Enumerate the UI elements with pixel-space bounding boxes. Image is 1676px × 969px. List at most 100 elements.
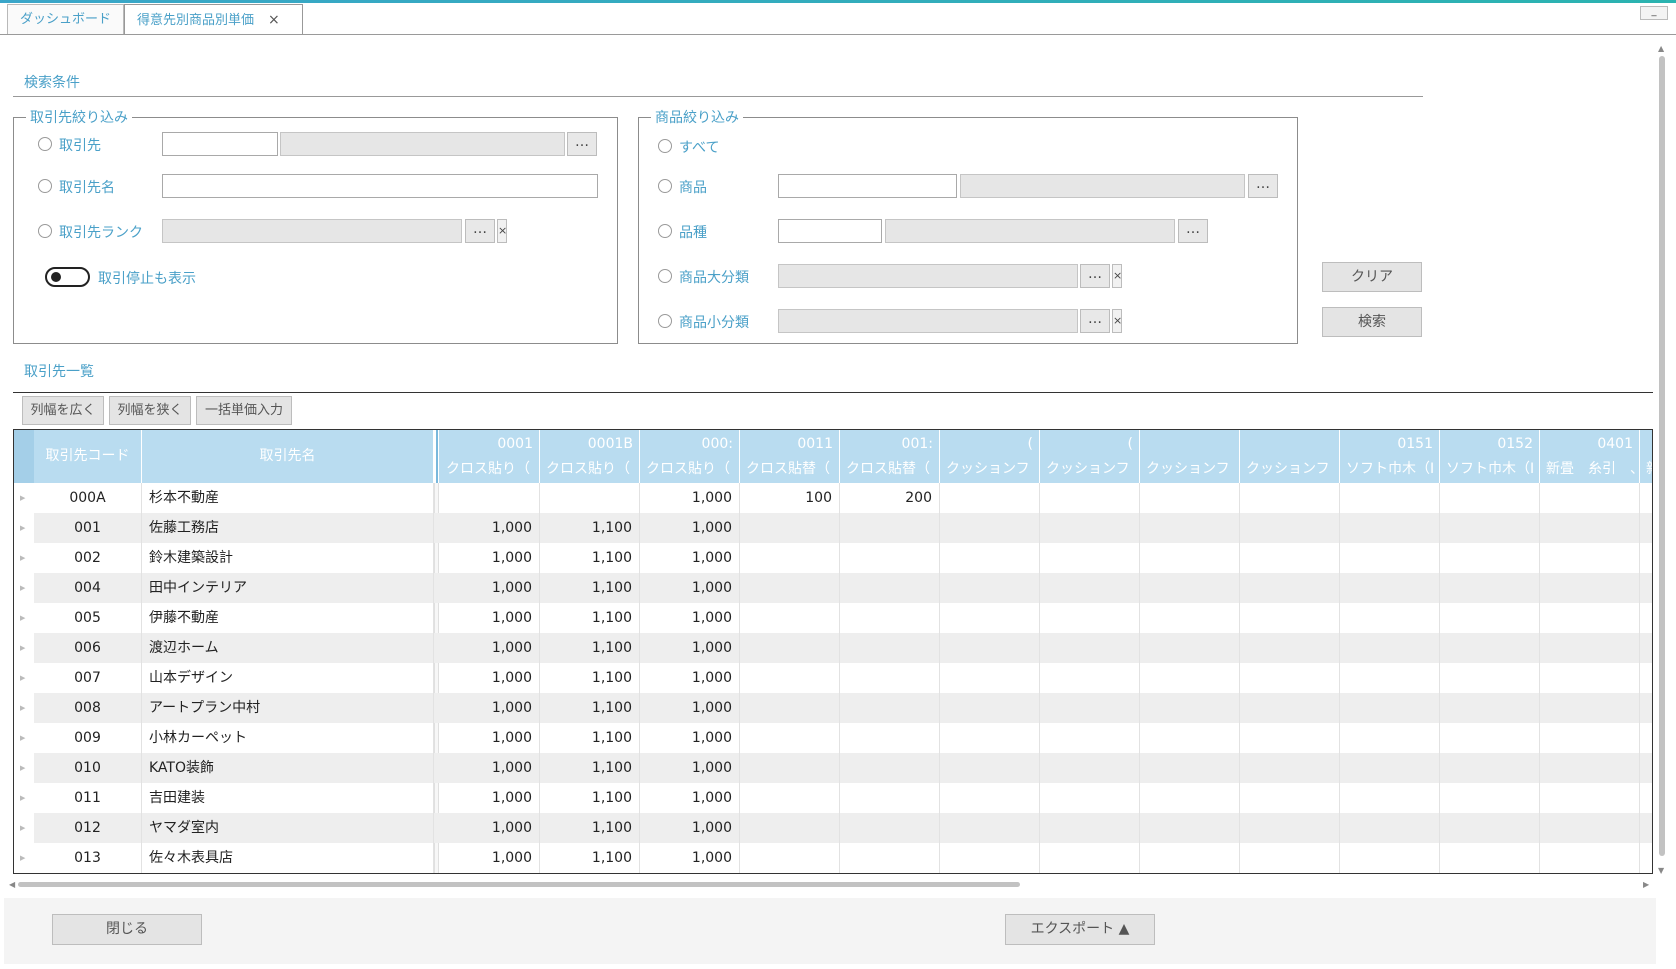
- cell-unit-price[interactable]: [1140, 843, 1240, 873]
- cell-customer-code[interactable]: 008: [34, 693, 142, 723]
- cell-unit-price[interactable]: [1140, 543, 1240, 573]
- table-row[interactable]: ▶ 000A 杉本不動産 1,000 100 200: [14, 483, 1652, 513]
- cell-unit-price[interactable]: [840, 723, 940, 753]
- cell-unit-price[interactable]: [740, 813, 840, 843]
- cell-unit-price[interactable]: [1140, 723, 1240, 753]
- cell-unit-price[interactable]: [1440, 573, 1540, 603]
- cell-customer-name[interactable]: KATO装飾: [142, 753, 434, 783]
- minimize-button[interactable]: _: [1640, 6, 1668, 20]
- cell-unit-price[interactable]: [1340, 663, 1440, 693]
- variety-browse-button[interactable]: …: [1178, 219, 1208, 243]
- cell-unit-price[interactable]: [1540, 603, 1640, 633]
- cell-unit-price[interactable]: 1,000: [440, 633, 540, 663]
- cell-unit-price[interactable]: [1040, 483, 1140, 513]
- customer-rank-browse-button[interactable]: …: [465, 219, 495, 243]
- cell-unit-price[interactable]: [1040, 693, 1140, 723]
- radio-customer[interactable]: [38, 137, 52, 151]
- cell-unit-price[interactable]: [1340, 783, 1440, 813]
- cell-unit-price[interactable]: 1,100: [540, 663, 640, 693]
- table-row[interactable]: ▶ 009 小林カーペット 1,000 1,100 1,000: [14, 723, 1652, 753]
- cell-unit-price[interactable]: [1540, 843, 1640, 873]
- cell-customer-name[interactable]: 田中インテリア: [142, 573, 434, 603]
- cell-unit-price[interactable]: 1,100: [540, 543, 640, 573]
- cell-unit-price[interactable]: [1540, 663, 1640, 693]
- cell-unit-price[interactable]: [1440, 723, 1540, 753]
- table-row[interactable]: ▶ 001 佐藤工務店 1,000 1,100 1,000: [14, 513, 1652, 543]
- cell-unit-price[interactable]: [1640, 543, 1652, 573]
- cell-unit-price[interactable]: [1040, 603, 1140, 633]
- bulk-price-input-button[interactable]: 一括単価入力: [196, 396, 292, 425]
- cell-unit-price[interactable]: [1040, 753, 1140, 783]
- cell-unit-price[interactable]: [1240, 813, 1340, 843]
- cell-unit-price[interactable]: [840, 513, 940, 543]
- major-category-clear-icon[interactable]: ×: [1112, 264, 1122, 288]
- cell-unit-price[interactable]: [1240, 513, 1340, 543]
- cell-unit-price[interactable]: 1,100: [540, 783, 640, 813]
- cell-unit-price[interactable]: 1,100: [540, 723, 640, 753]
- cell-unit-price[interactable]: [1140, 513, 1240, 543]
- cell-unit-price[interactable]: [1040, 513, 1140, 543]
- cell-unit-price[interactable]: [1640, 813, 1652, 843]
- cell-unit-price[interactable]: [840, 693, 940, 723]
- header-product-6[interactable]: (クッションフ: [1040, 430, 1140, 483]
- cell-unit-price[interactable]: [440, 483, 540, 513]
- cell-unit-price[interactable]: [1440, 633, 1540, 663]
- cell-unit-price[interactable]: 1,000: [640, 513, 740, 543]
- header-product-1[interactable]: 0001B クロス貼り（: [540, 430, 640, 483]
- cell-unit-price[interactable]: [1040, 813, 1140, 843]
- cell-customer-code[interactable]: 013: [34, 843, 142, 873]
- cell-customer-code[interactable]: 007: [34, 663, 142, 693]
- cell-customer-name[interactable]: アートプラン中村: [142, 693, 434, 723]
- narrow-columns-button[interactable]: 列幅を狭く: [109, 396, 191, 425]
- cell-unit-price[interactable]: [1240, 483, 1340, 513]
- cell-customer-name[interactable]: 鈴木建築設計: [142, 543, 434, 573]
- cell-unit-price[interactable]: [1640, 483, 1652, 513]
- cell-unit-price[interactable]: [1240, 663, 1340, 693]
- cell-unit-price[interactable]: 1,100: [540, 513, 640, 543]
- cell-customer-code[interactable]: 004: [34, 573, 142, 603]
- cell-unit-price[interactable]: [740, 663, 840, 693]
- cell-unit-price[interactable]: 1,100: [540, 843, 640, 873]
- cell-unit-price[interactable]: [840, 543, 940, 573]
- cell-unit-price[interactable]: 1,000: [640, 753, 740, 783]
- product-code-input[interactable]: [778, 174, 957, 198]
- cell-unit-price[interactable]: [1440, 513, 1540, 543]
- cell-customer-code[interactable]: 006: [34, 633, 142, 663]
- cell-unit-price[interactable]: [1140, 603, 1240, 633]
- cell-customer-code[interactable]: 010: [34, 753, 142, 783]
- header-product-8[interactable]: クッションフ: [1240, 430, 1340, 483]
- customer-browse-button[interactable]: …: [567, 132, 597, 156]
- table-row[interactable]: ▶ 012 ヤマダ室内 1,000 1,100 1,000: [14, 813, 1652, 843]
- cell-unit-price[interactable]: [1540, 573, 1640, 603]
- cell-unit-price[interactable]: [1640, 633, 1652, 663]
- cell-unit-price[interactable]: [840, 633, 940, 663]
- cell-unit-price[interactable]: 1,100: [540, 573, 640, 603]
- cell-unit-price[interactable]: 1,000: [440, 723, 540, 753]
- search-button[interactable]: 検索: [1322, 307, 1422, 337]
- cell-unit-price[interactable]: [940, 633, 1040, 663]
- cell-unit-price[interactable]: [940, 753, 1040, 783]
- close-button[interactable]: 閉じる: [52, 914, 202, 945]
- cell-unit-price[interactable]: [1240, 693, 1340, 723]
- horizontal-scrollbar-thumb[interactable]: [18, 882, 1020, 887]
- cell-unit-price[interactable]: [740, 513, 840, 543]
- header-product-12[interactable]: 新: [1640, 430, 1652, 483]
- radio-all-products[interactable]: [658, 139, 672, 153]
- header-product-4[interactable]: 001: クロス貼替（: [840, 430, 940, 483]
- tab-customer-product-price[interactable]: 得意先別商品別単価 ×: [124, 4, 303, 35]
- table-row[interactable]: ▶ 008 アートプラン中村 1,000 1,100 1,000: [14, 693, 1652, 723]
- cell-customer-code[interactable]: 000A: [34, 483, 142, 513]
- cell-unit-price[interactable]: [1440, 603, 1540, 633]
- cell-unit-price[interactable]: 1,000: [440, 513, 540, 543]
- cell-unit-price[interactable]: [1040, 783, 1140, 813]
- scroll-right-icon[interactable]: ▶: [1643, 880, 1649, 889]
- cell-unit-price[interactable]: [1240, 543, 1340, 573]
- cell-unit-price[interactable]: [1440, 693, 1540, 723]
- cell-unit-price[interactable]: [1040, 543, 1140, 573]
- cell-unit-price[interactable]: [740, 573, 840, 603]
- cell-unit-price[interactable]: [740, 753, 840, 783]
- cell-unit-price[interactable]: [1540, 543, 1640, 573]
- cell-unit-price[interactable]: 1,000: [440, 813, 540, 843]
- cell-unit-price[interactable]: [1440, 783, 1540, 813]
- customer-name-input[interactable]: [162, 174, 598, 198]
